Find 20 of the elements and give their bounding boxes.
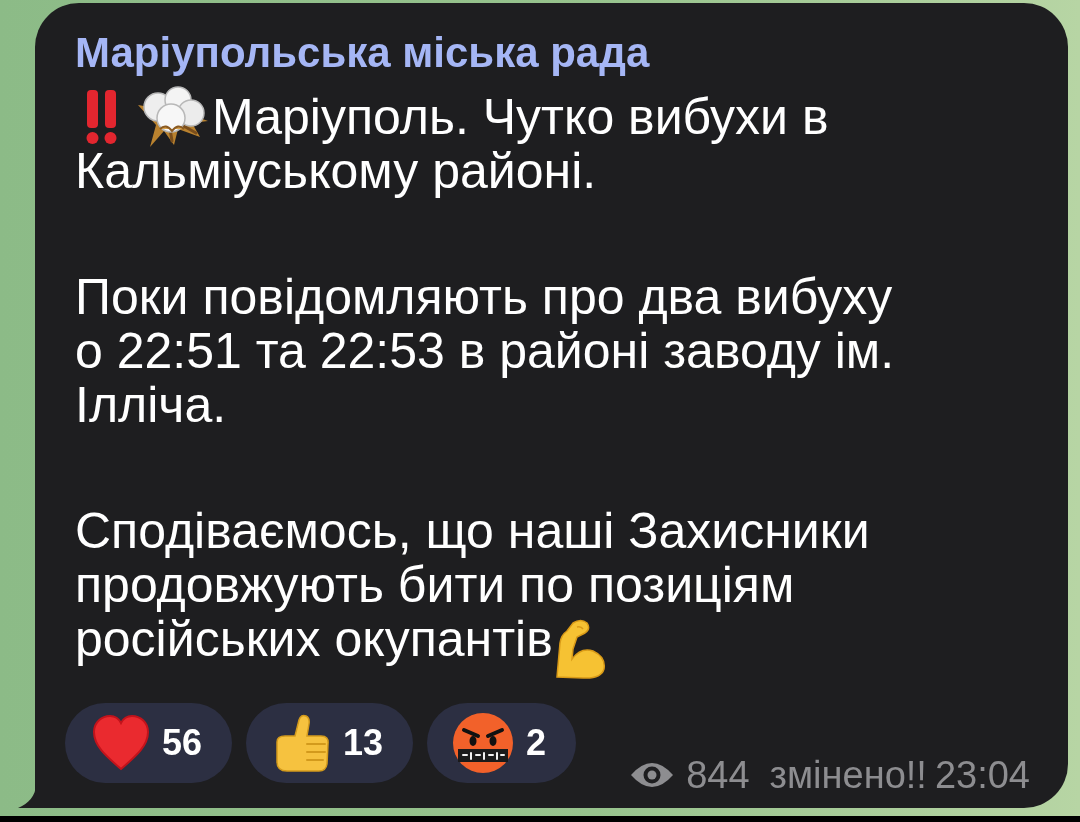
- edited-label: змінено!!: [769, 755, 927, 795]
- thumbs-up-icon: [273, 714, 332, 772]
- cursing-face-icon: [452, 712, 515, 774]
- message-text: Ілліча.: [75, 378, 227, 432]
- message-text: Кальміуському районі.: [75, 144, 597, 198]
- sender-name[interactable]: Маріупольська міська рада: [75, 28, 650, 78]
- eye-icon: [630, 761, 675, 789]
- message-text: Сподіваємось, що наші Захисники: [75, 504, 870, 558]
- message-text: Маріуполь. Чутко вибухи в: [212, 90, 829, 144]
- reaction-button[interactable]: 56: [65, 703, 233, 783]
- time-label: 23:04: [934, 755, 1030, 795]
- double-exclamation-icon: [85, 89, 119, 145]
- reaction-button[interactable]: 2: [427, 703, 577, 783]
- message-text: Поки повідомляють про два вибуху: [75, 270, 893, 324]
- message-text: продовжують бити по позиціям: [75, 558, 795, 612]
- heart-icon: [92, 714, 150, 772]
- message-text: о 22:51 та 22:53 в районі заводу ім.: [75, 324, 895, 378]
- message-text: російських окупантів: [75, 612, 553, 666]
- reaction-button[interactable]: 13: [246, 703, 414, 783]
- views-count: 844: [686, 755, 750, 795]
